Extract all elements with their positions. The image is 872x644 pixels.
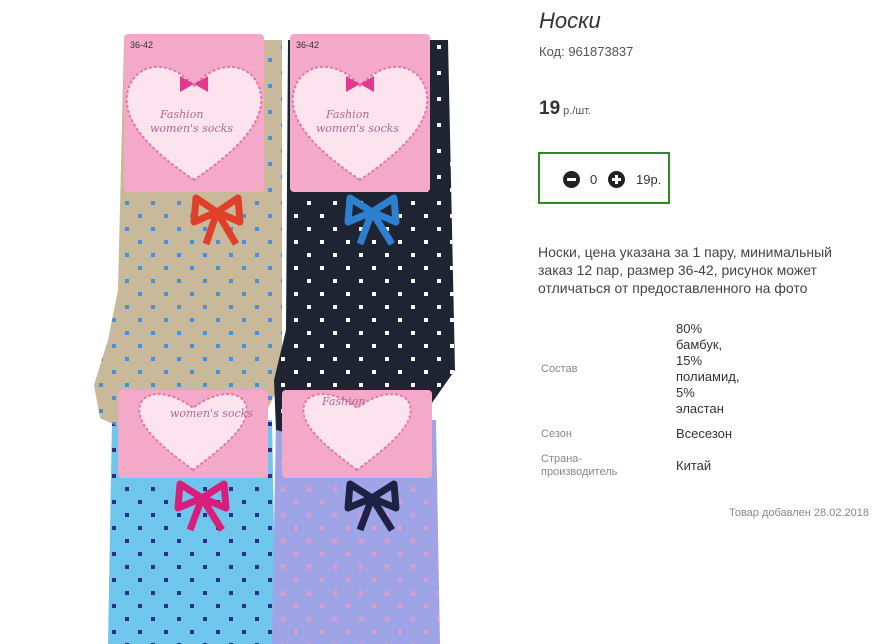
added-date: Товар добавлен 28.02.2018 [728,507,869,519]
property-row: Страна- производитель Китай [538,448,766,484]
svg-text:Fashion: Fashion [159,108,203,121]
value-line: полиамид, [676,369,740,384]
plus-circle-icon[interactable] [608,171,625,188]
product-photo: women's socks Fashion 36-42 Fashion wome… [94,34,455,644]
property-key: Страна- производитель [538,448,676,484]
properties-table: Состав 80% бамбук, 15% полиамид, 5% элас… [538,318,766,484]
svg-text:36-42: 36-42 [130,40,153,50]
value-line: бамбук, [676,337,723,352]
product-title: Носки [539,8,601,33]
quantity-sum: 19р. [636,172,662,187]
label-tag: women's socks [118,390,268,478]
key-line: производитель [541,466,618,478]
svg-text:women's socks: women's socks [150,122,233,135]
property-value: Китай [676,458,712,473]
svg-text:women's socks: women's socks [316,122,399,135]
label-tag: Fashion [282,390,432,478]
value-line: 15% [676,353,703,368]
price-value: 19 [539,98,561,119]
product-price: 19 р./шт. [539,98,591,120]
value-line: 5% [676,385,695,400]
quantity-widget: 0 19р. [538,152,670,204]
property-row: Сезон Всесезон [538,420,766,448]
svg-text:Fashion: Fashion [325,108,369,121]
property-key: Сезон [541,428,572,440]
property-row: Состав 80% бамбук, 15% полиамид, 5% элас… [538,318,766,420]
product-description: Носки, цена указана за 1 пару, минимальн… [538,244,832,296]
product-code: Код: 961873837 [539,44,634,59]
svg-text:36-42: 36-42 [296,40,319,50]
value-line: эластан [676,401,724,416]
svg-text:women's socks: women's socks [170,407,253,420]
label-tag: 36-42 Fashion women's socks [290,34,430,192]
svg-text:Fashion: Fashion [321,395,365,408]
quantity-value[interactable]: 0 [590,172,597,187]
key-line: Страна- [541,453,583,465]
property-value: Всесезон [676,426,733,441]
property-value: 80% бамбук, 15% полиамид, 5% эластан [676,318,766,420]
value-line: 80% [676,321,703,336]
property-key: Состав [541,363,578,375]
minus-circle-icon[interactable] [563,171,580,188]
price-unit: р./шт. [563,105,592,117]
label-tag: 36-42 Fashion women's socks [124,34,264,192]
